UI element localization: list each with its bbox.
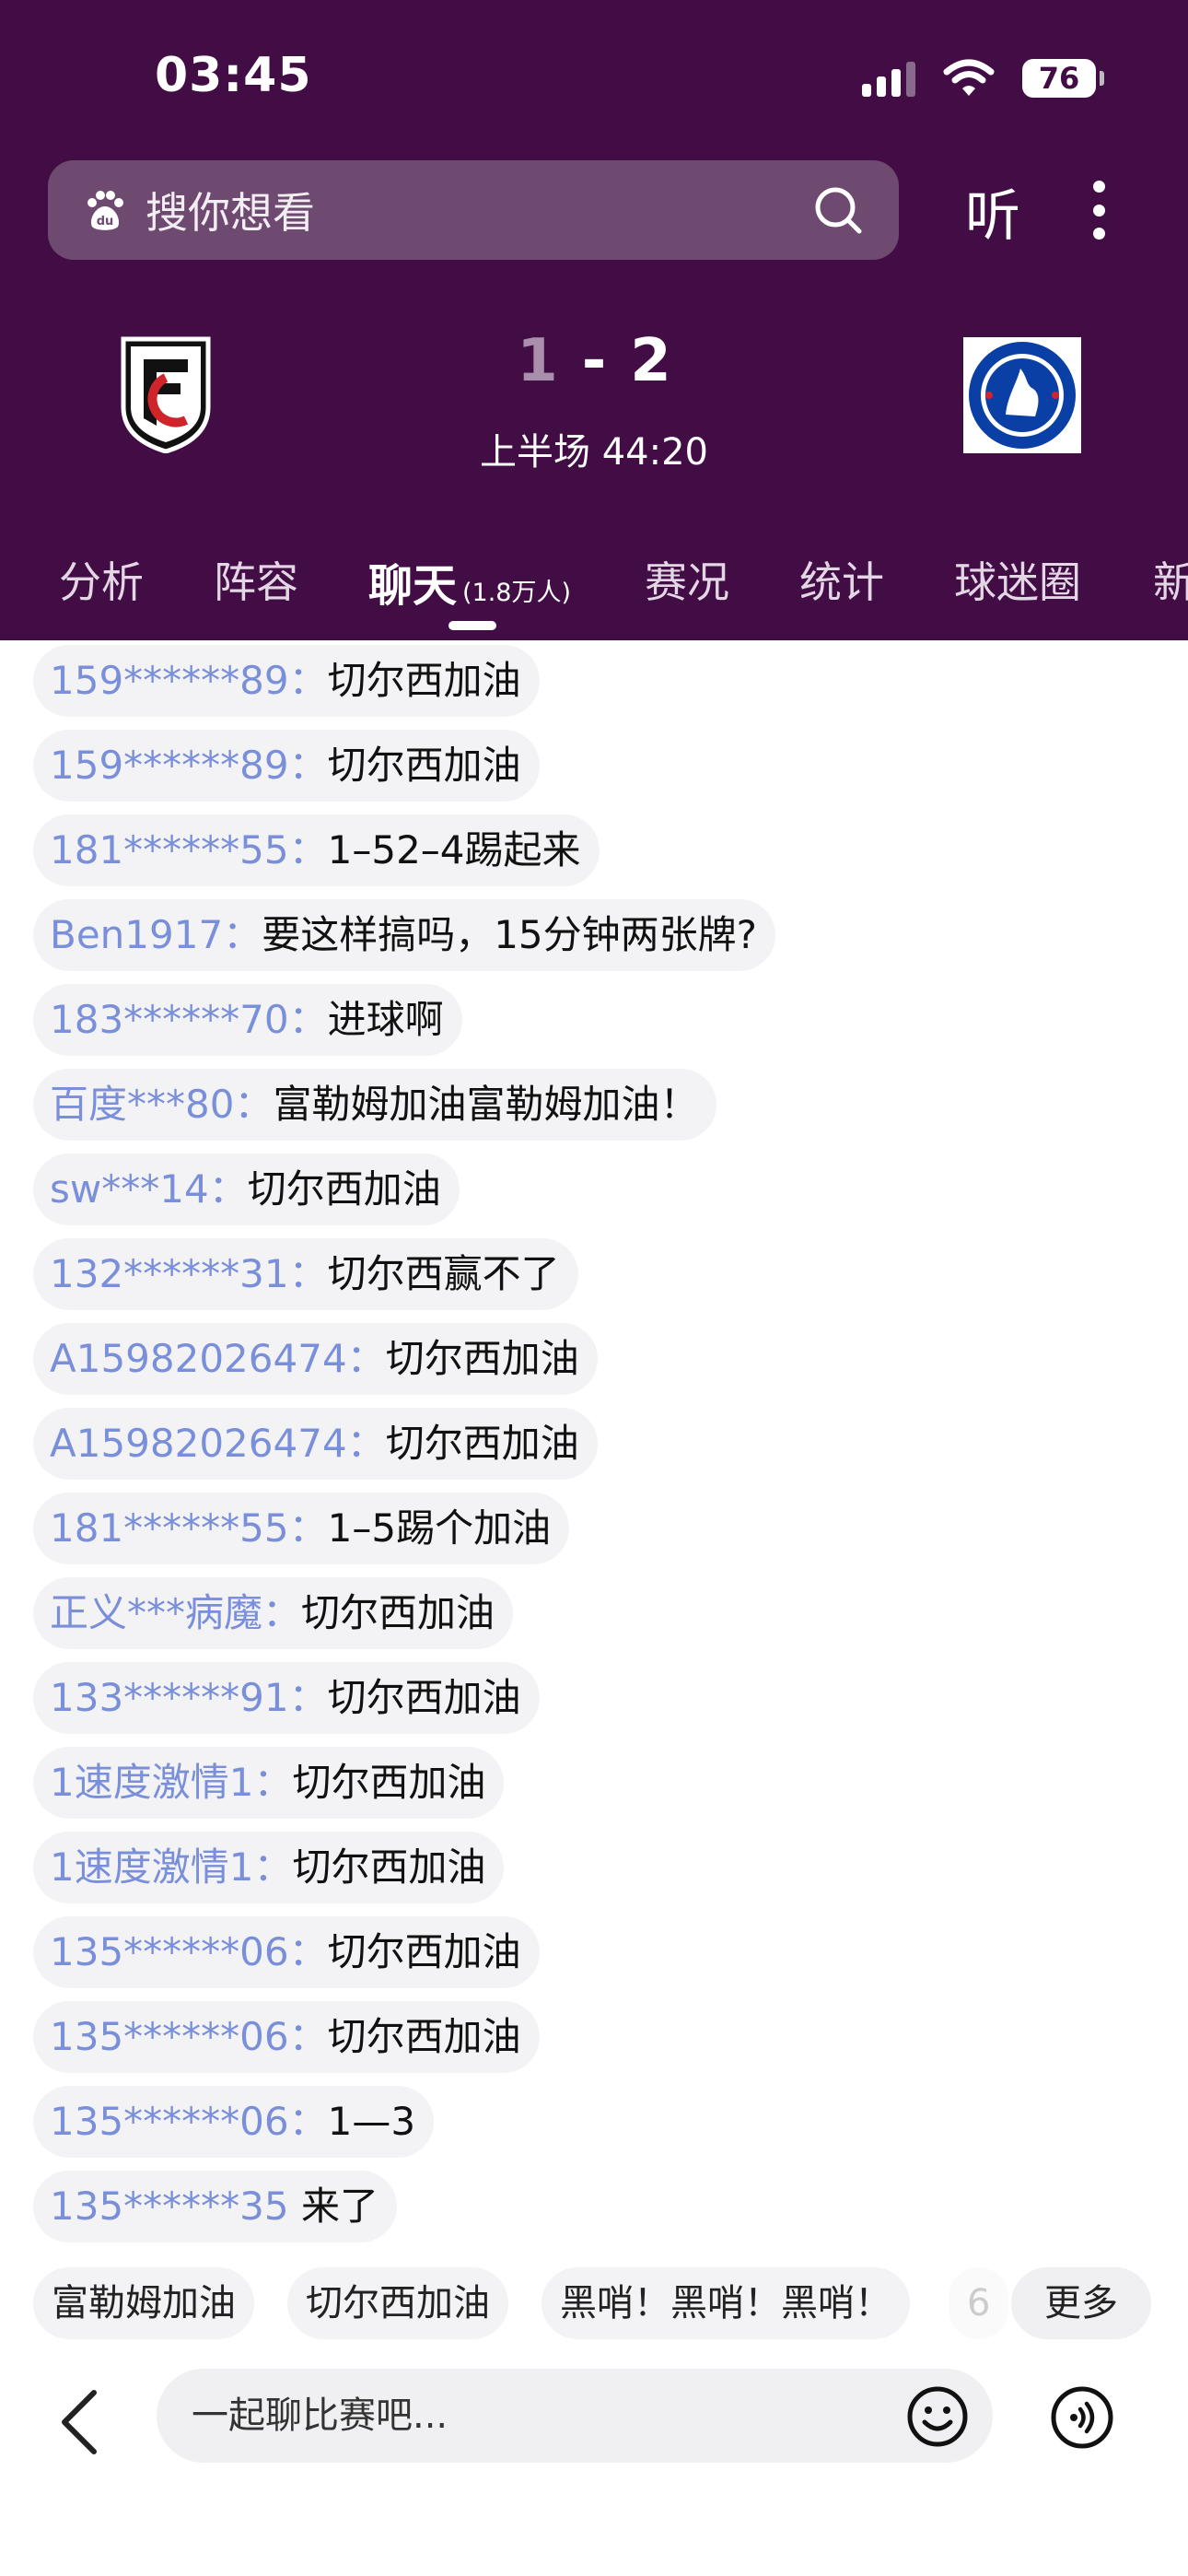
chat-message: 1速度激情1：切尔西加油 bbox=[33, 1832, 505, 1903]
quick-reply-chip[interactable]: 富勒姆加油 bbox=[33, 2267, 254, 2339]
status-icons: 76 bbox=[862, 55, 1104, 101]
chat-message: 181******55：1–52–4踢起来 bbox=[33, 814, 600, 886]
chat-input[interactable]: 一起聊比赛吧... bbox=[157, 2369, 993, 2463]
chat-text: 来了 bbox=[300, 2184, 379, 2229]
baidu-paw-icon: du bbox=[87, 191, 123, 230]
emoji-icon[interactable] bbox=[906, 2385, 969, 2448]
chat-message: 百度***80：富勒姆加油富勒姆加油！ bbox=[33, 1069, 717, 1141]
chat-text: 1–52–4踢起来 bbox=[327, 827, 581, 872]
tab-chat-count: (1.8万人) bbox=[462, 579, 572, 607]
score-separator: - bbox=[581, 327, 607, 395]
chat-message: 183******70：进球啊 bbox=[33, 984, 462, 1056]
chat-username[interactable]: 181******55 bbox=[50, 827, 289, 872]
chat-username[interactable]: 132******31 bbox=[50, 1251, 289, 1296]
chat-text: 进球啊 bbox=[327, 997, 444, 1042]
tab-analysis[interactable]: 分析 bbox=[59, 549, 144, 610]
tab-lineup[interactable]: 阵容 bbox=[214, 549, 298, 610]
chat-input-placeholder: 一起聊比赛吧... bbox=[192, 2395, 448, 2437]
chat-username[interactable]: 159******89 bbox=[50, 743, 289, 788]
chat-text: 切尔西加油 bbox=[247, 1166, 441, 1212]
chelsea-logo bbox=[963, 337, 1081, 453]
quick-reply-more-button[interactable]: 更多 bbox=[1011, 2267, 1151, 2339]
chat-username[interactable]: 133******91 bbox=[50, 1675, 289, 1720]
tab-chat[interactable]: 聊天 (1.8万人) bbox=[368, 549, 571, 614]
chat-username[interactable]: 百度***80 bbox=[50, 1082, 234, 1127]
chat-text: 切尔西加油 bbox=[385, 1421, 579, 1466]
chat-message: Ben1917：要这样搞吗，15分钟两张牌? bbox=[33, 899, 775, 971]
back-arrow-icon[interactable] bbox=[57, 2387, 99, 2457]
tab-live[interactable]: 赛况 bbox=[645, 549, 729, 610]
svg-text:du: du bbox=[97, 215, 114, 228]
chat-text: 富勒姆加油富勒姆加油！ bbox=[273, 1082, 699, 1127]
chat-list[interactable]: 159******89：切尔西加油 159******89：切尔西加油 181*… bbox=[0, 640, 1188, 2253]
chat-text: 1—3 bbox=[327, 2099, 416, 2144]
chat-text: 要这样搞吗，15分钟两张牌? bbox=[262, 912, 757, 957]
chat-username[interactable]: A15982026474 bbox=[50, 1336, 347, 1381]
home-score: 1 bbox=[517, 327, 558, 395]
chat-text: 切尔西加油 bbox=[327, 1675, 521, 1720]
chat-message: 135******06：切尔西加油 bbox=[33, 1916, 540, 1988]
chat-username[interactable]: 135******35 bbox=[50, 2184, 289, 2229]
chat-text: 切尔西加油 bbox=[385, 1336, 579, 1381]
tab-chat-label: 聊天 bbox=[368, 560, 458, 612]
chat-message: 135******35 来了 bbox=[33, 2171, 397, 2242]
chat-text: 切尔西加油 bbox=[327, 1929, 521, 1974]
chat-username[interactable]: 135******06 bbox=[50, 1929, 289, 1974]
chat-username[interactable]: 159******89 bbox=[50, 658, 289, 703]
tab-stats[interactable]: 统计 bbox=[799, 549, 884, 610]
chat-text: 切尔西加油 bbox=[327, 2014, 521, 2059]
chat-message: 159******89：切尔西加油 bbox=[33, 645, 540, 717]
quick-reply-chip[interactable]: 切尔西加油 bbox=[287, 2267, 508, 2339]
status-time: 03:45 bbox=[155, 48, 312, 103]
quick-reply-chip[interactable]: 黑哨！黑哨！黑哨！ bbox=[542, 2267, 910, 2339]
chat-username[interactable]: 135******06 bbox=[50, 2099, 289, 2144]
tab-indicator bbox=[448, 621, 496, 630]
chat-message: A15982026474：切尔西加油 bbox=[33, 1323, 598, 1395]
chat-username[interactable]: 1速度激情1 bbox=[50, 1844, 253, 1890]
chat-text: 1–5踢个加油 bbox=[327, 1505, 552, 1551]
chat-text: 切尔西加油 bbox=[327, 743, 521, 788]
search-icon[interactable] bbox=[812, 184, 864, 236]
chat-message: A15982026474：切尔西加油 bbox=[33, 1408, 598, 1480]
search-placeholder: 搜你想看 bbox=[146, 188, 315, 238]
chat-username[interactable]: 183******70 bbox=[50, 997, 289, 1042]
chat-username[interactable]: A15982026474 bbox=[50, 1421, 347, 1466]
chat-message: 159******89：切尔西加油 bbox=[33, 730, 540, 802]
match-header: 03:45 76 du 搜你想看 听 1 - 2 上半场 44:20 分析 阵容… bbox=[0, 0, 1188, 640]
tab-fan-circle[interactable]: 球迷圈 bbox=[954, 549, 1081, 610]
wifi-icon bbox=[943, 59, 995, 96]
search-bar[interactable]: du 搜你想看 bbox=[48, 160, 899, 260]
chat-message: 135******06：切尔西加油 bbox=[33, 2001, 540, 2073]
chat-username[interactable]: sw***14 bbox=[50, 1166, 209, 1212]
battery-icon: 76 bbox=[1022, 59, 1104, 98]
chat-username[interactable]: 1速度激情1 bbox=[50, 1760, 253, 1805]
chat-message: 正义***病魔：切尔西加油 bbox=[33, 1577, 514, 1649]
cellular-signal-icon bbox=[862, 60, 915, 97]
chat-message: 1速度激情1：切尔西加油 bbox=[33, 1747, 505, 1819]
chat-username[interactable]: 135******06 bbox=[50, 2014, 289, 2059]
chat-username[interactable]: 正义***病魔 bbox=[50, 1590, 262, 1635]
chat-username[interactable]: 181******55 bbox=[50, 1505, 289, 1551]
chat-text: 切尔西加油 bbox=[292, 1760, 486, 1805]
tab-news[interactable]: 新 bbox=[1153, 549, 1188, 610]
chat-username[interactable]: Ben1917 bbox=[50, 912, 223, 957]
away-score: 2 bbox=[630, 327, 671, 395]
composer-bar: 一起聊比赛吧... bbox=[0, 2354, 1188, 2576]
chat-text: 切尔西加油 bbox=[292, 1844, 486, 1890]
chat-message: 181******55：1–5踢个加油 bbox=[33, 1493, 570, 1564]
chat-text: 切尔西加油 bbox=[327, 658, 521, 703]
chat-text: 切尔西加油 bbox=[301, 1590, 495, 1635]
chat-message: 133******91：切尔西加油 bbox=[33, 1662, 540, 1734]
chat-message: 135******06：1—3 bbox=[33, 2086, 435, 2158]
more-options-icon[interactable] bbox=[1092, 181, 1105, 240]
voice-input-icon[interactable] bbox=[1050, 2385, 1114, 2450]
quick-reply-bar: 富勒姆加油 切尔西加油 黑哨！黑哨！黑哨！ 6 更多 bbox=[0, 2253, 1188, 2354]
tab-bar: 分析 阵容 聊天 (1.8万人) 赛况 统计 球迷圈 新 bbox=[0, 549, 1188, 614]
chat-message: 132******31：切尔西赢不了 bbox=[33, 1238, 578, 1310]
listen-button[interactable]: 听 bbox=[965, 171, 1020, 252]
chat-text: 切尔西赢不了 bbox=[327, 1251, 560, 1296]
quick-reply-chip[interactable]: 6 bbox=[949, 2267, 1009, 2339]
chat-message: sw***14：切尔西加油 bbox=[33, 1153, 460, 1225]
